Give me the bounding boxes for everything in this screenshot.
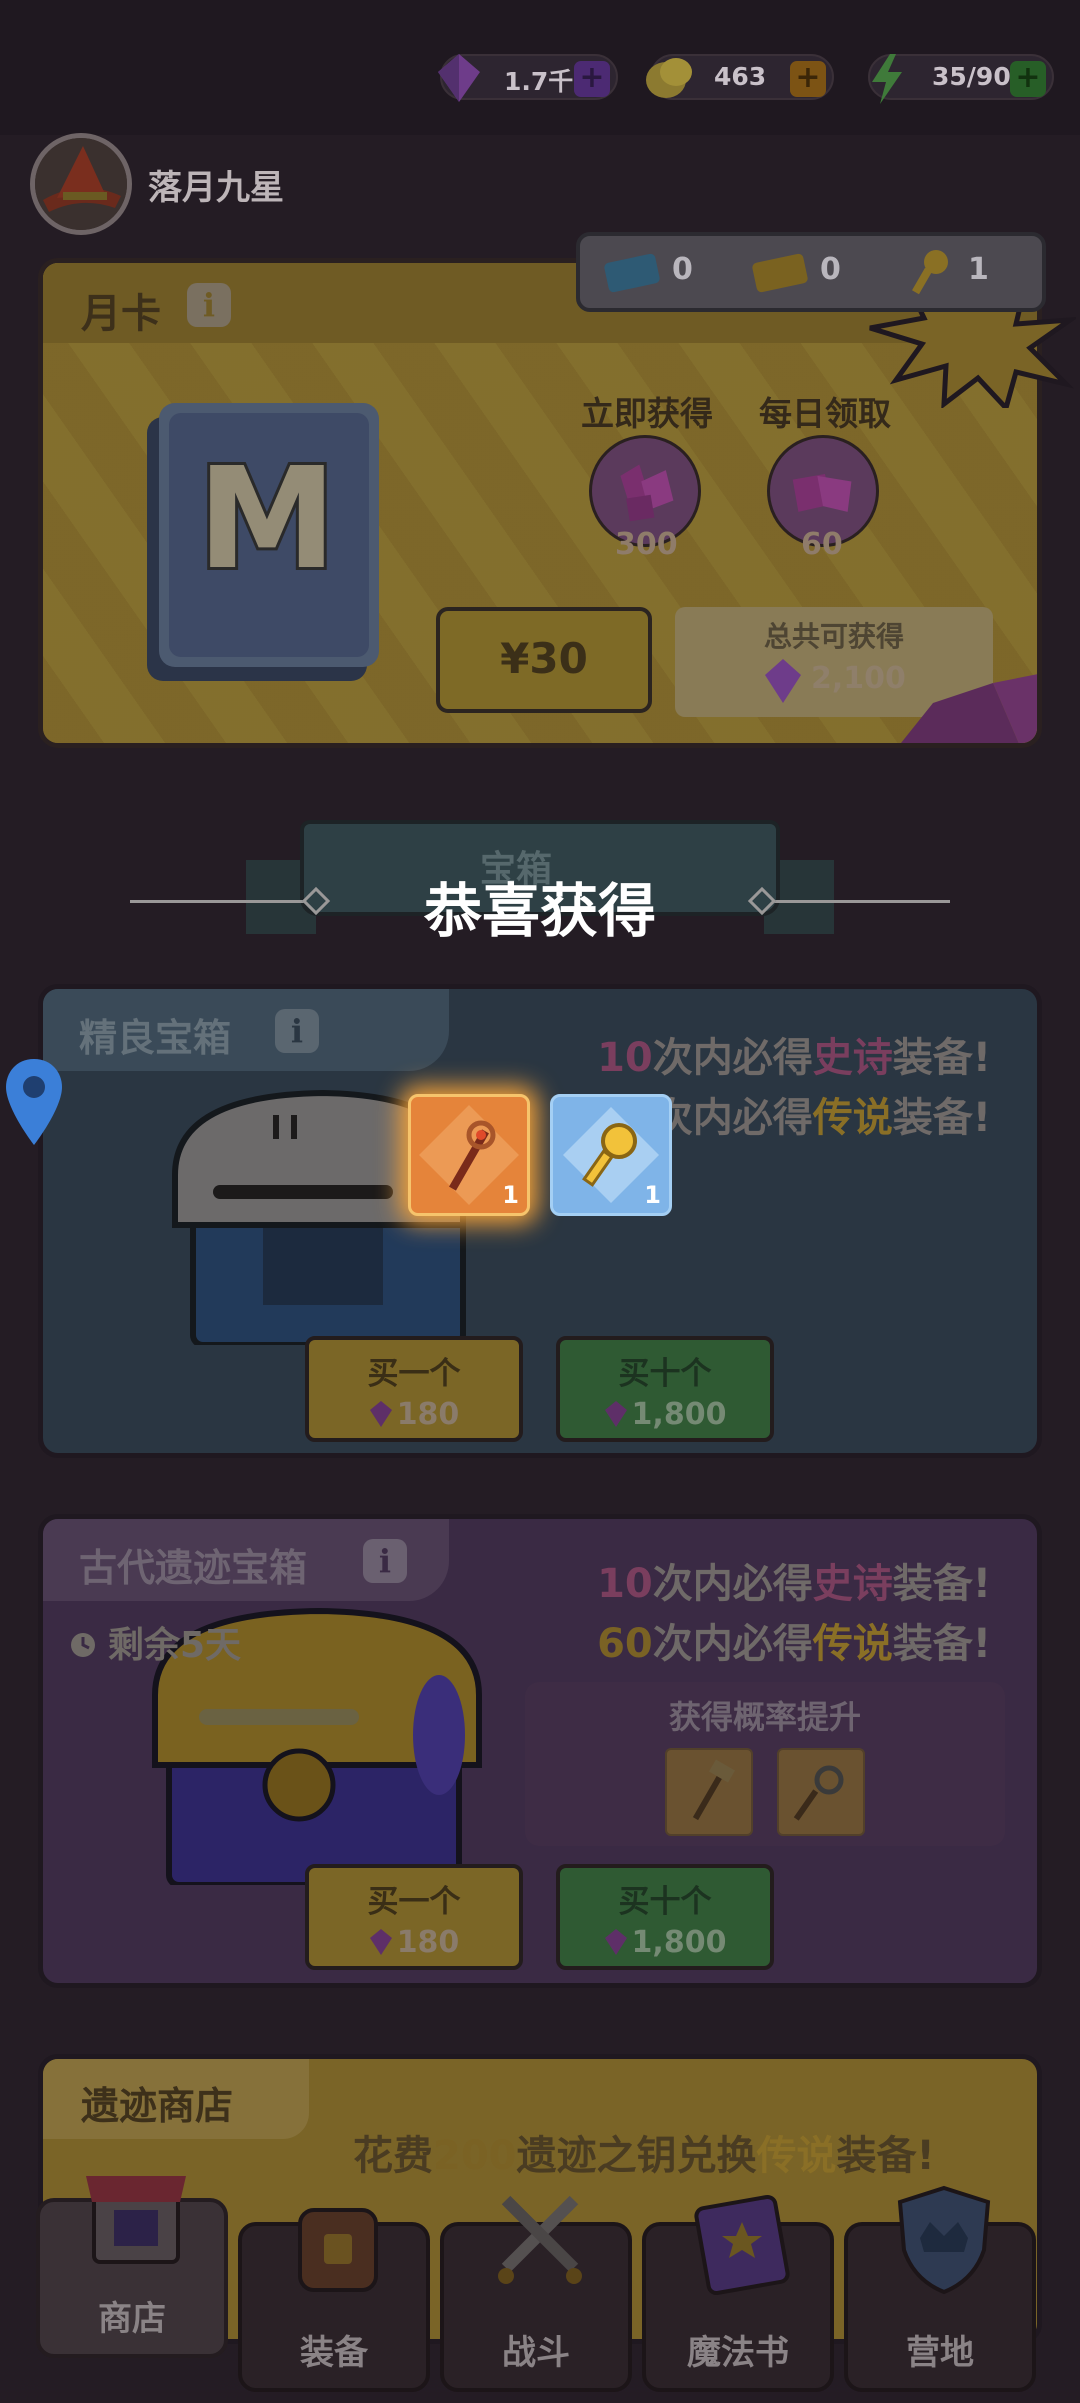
gem-icon [438,54,480,102]
reward-item-key[interactable]: 1 [550,1094,672,1216]
reward-count: 1 [644,1181,661,1209]
gem-value: 1.7千 [504,67,574,96]
epic-guarantee-text: 10次内必得史诗装备! [597,1035,991,1081]
info-icon[interactable]: i [363,1539,407,1583]
price: 180 [309,1397,519,1432]
price: 1,800 [560,1925,770,1960]
key-icon [912,250,948,295]
instant-amount: 300 [615,527,678,562]
backpack-icon [298,2208,378,2292]
add-gems-button[interactable]: + [574,61,610,97]
clock-icon [71,1633,95,1657]
gold-ticket-icon [752,253,808,293]
rate-up-title: 获得概率提升 [668,1698,861,1736]
divider-right [770,900,950,903]
reward-item-staff[interactable]: 1 [408,1094,530,1216]
gold-value: 463 [714,62,767,91]
nav-label: 魔法书 [687,2333,789,2373]
gem-icon [369,1929,392,1955]
blue-ticket-icon [604,253,660,293]
avatar[interactable] [30,133,132,235]
nav-equipment[interactable]: 装备 [238,2208,430,2392]
nav-shop[interactable]: 商店 [36,2176,228,2358]
magnifier-wand-icon [793,1765,844,1821]
energy-value: 35/90 [932,62,1011,91]
ancient-buy-one-button[interactable]: 买一个 180 [305,1864,523,1970]
reward-popup-title: 恭喜获得 [423,877,656,945]
divider-left [130,900,310,903]
gem-icon [765,659,801,703]
instant-label: 立即获得 [581,394,713,433]
nav-label: 装备 [300,2333,368,2373]
rate-up-box: 获得概率提升 [525,1682,1005,1846]
player-name: 落月九星 [148,168,284,208]
gold-coin-icon [646,58,692,98]
hammer-staff-icon [692,1759,736,1821]
top-resource-bar: 1.7千 + 463 + 35/90 + [0,0,1080,135]
add-gold-button[interactable]: + [790,61,826,97]
nav-spellbook[interactable]: 魔法书 [642,2194,834,2392]
legendary-guarantee-text: 60次内必得传说装备! [597,1621,991,1667]
gold-counter: 463 + [646,54,834,100]
price: 180 [309,1925,519,1960]
monthly-card-title: 月卡 [81,291,161,337]
nav-label: 战斗 [502,2333,570,2373]
rate-up-item[interactable] [777,1748,865,1836]
bottom-navigation: 商店 装备 战斗 魔法书 营地 [0,2176,1080,2403]
gem-counter: 1.7千 + [438,54,618,102]
epic-guarantee-text: 10次内必得史诗装备! [597,1561,991,1607]
fine-buy-one-button[interactable]: 买一个 180 [305,1336,523,1442]
gem-icon [604,1401,627,1427]
fine-buy-ten-button[interactable]: 买十个 1,800 [556,1336,774,1442]
monthly-card-book-icon: M [147,403,379,681]
rate-up-item[interactable] [665,1748,753,1836]
decorative-gem-icon [901,674,1037,743]
ancient-chest-title: 古代遗迹宝箱 [79,1546,308,1590]
gem-icon [369,1401,392,1427]
relic-shop-title: 遗迹商店 [81,2084,234,2128]
spellbook-icon [694,2194,790,2296]
lightning-icon [872,54,902,104]
energy-counter: 35/90 + [868,54,1054,104]
chest-countdown: 剩余5天 [68,1616,241,1668]
nav-label: 营地 [906,2333,974,2373]
relic-exchange-text: 花费200遗迹之钥兑换传说装备! [353,2133,935,2179]
wizard-hat-icon [35,138,127,230]
gem-icon [604,1929,627,1955]
crossed-swords-icon [498,2195,582,2284]
ancient-buy-ten-button[interactable]: 买十个 1,800 [556,1864,774,1970]
shop-icon [86,2176,186,2264]
add-energy-button[interactable]: + [1010,61,1046,97]
nav-camp[interactable]: 营地 [844,2185,1036,2392]
info-icon[interactable]: i [275,1009,319,1053]
gold-ticket-count: 0 [820,252,841,287]
fine-chest-panel: 精良宝箱 i 10次内必得史诗装备! 60次内必得传说装备! [38,984,1042,1458]
nav-battle[interactable]: 战斗 [440,2195,632,2392]
key-count: 1 [968,252,989,287]
price: 1,800 [560,1397,770,1432]
fine-chest-title: 精良宝箱 [79,1016,232,1060]
card-letter: M [197,438,336,601]
info-icon[interactable]: i [187,283,231,327]
tickets-keys-panel: 0 0 1 [576,232,1046,312]
daily-amount: 60 [801,527,843,562]
camp-shield-icon [897,2185,991,2295]
location-pin-icon[interactable] [2,1055,66,1149]
nav-label: 商店 [98,2299,166,2339]
buy-monthly-card-button[interactable]: ¥30 [436,607,652,713]
reward-count: 1 [502,1181,519,1209]
blue-ticket-count: 0 [672,252,693,287]
